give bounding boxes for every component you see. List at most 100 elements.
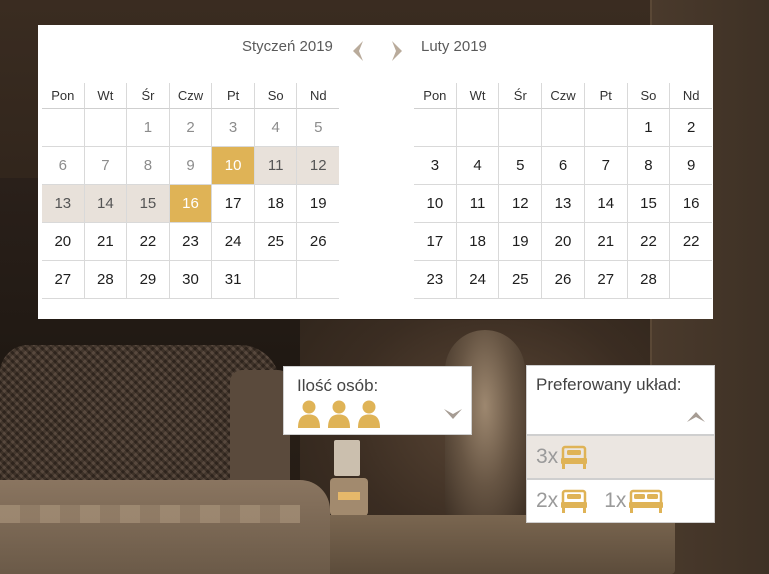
day-cell[interactable]: 22 [126, 223, 169, 261]
empty-day-cell [583, 109, 627, 147]
week-row: 12345 [42, 109, 340, 147]
week-row: 27 28 29 30 31 [42, 261, 340, 299]
month-title-right: Luty 2019 [421, 38, 487, 55]
day-cell[interactable]: 1 [126, 109, 169, 147]
day-cell[interactable]: 8 [626, 147, 670, 185]
persons-label: Ilość osób: [297, 376, 379, 395]
person-icon [326, 399, 352, 429]
chevron-down-icon[interactable] [443, 407, 463, 421]
layout-option-2-single-1-double[interactable]: 2x 1x [526, 479, 715, 523]
weekday-label: Śr [498, 83, 542, 109]
day-cell[interactable]: 3 [414, 147, 456, 185]
day-cell[interactable]: 20 [42, 223, 84, 261]
day-cell[interactable]: 18 [253, 185, 297, 223]
day-cell[interactable]: 19 [296, 185, 340, 223]
week-row: 6 7 8 9 10 11 12 [42, 147, 340, 185]
day-cell[interactable]: 12 [296, 147, 340, 185]
day-cell[interactable]: 23 [168, 223, 212, 261]
weekday-header-row: Pon Wt Śr Czw Pt So Nd [42, 83, 340, 109]
empty-day-cell [498, 109, 542, 147]
day-cell[interactable]: 22 [669, 223, 713, 261]
chevron-up-icon[interactable] [686, 410, 706, 424]
weekday-label: So [626, 83, 670, 109]
day-cell-selected[interactable]: 16 [168, 185, 212, 223]
day-cell[interactable]: 1 [626, 109, 670, 147]
day-cell[interactable]: 13 [541, 185, 584, 223]
day-cell[interactable]: 25 [498, 261, 542, 299]
day-cell[interactable]: 17 [414, 223, 456, 261]
day-cell[interactable]: 23 [414, 261, 456, 299]
day-cell[interactable]: 27 [42, 261, 84, 299]
day-cell[interactable]: 19 [498, 223, 542, 261]
day-cell[interactable]: 3 [211, 109, 254, 147]
day-cell[interactable]: 24 [455, 261, 499, 299]
weekday-label: Czw [168, 83, 212, 109]
day-cell[interactable]: 14 [583, 185, 627, 223]
single-bed-icon [560, 487, 588, 515]
day-cell[interactable]: 28 [83, 261, 127, 299]
weekday-label: Pon [414, 83, 456, 109]
chevron-left-icon[interactable] [349, 39, 367, 63]
day-cell[interactable]: 18 [455, 223, 499, 261]
day-cell[interactable]: 20 [541, 223, 584, 261]
layout-count: 2x [536, 489, 559, 512]
day-cell[interactable]: 13 [42, 185, 84, 223]
day-cell[interactable]: 31 [211, 261, 254, 299]
day-cell[interactable]: 6 [541, 147, 584, 185]
weekday-label: Pt [583, 83, 627, 109]
day-cell[interactable]: 10 [414, 185, 456, 223]
chevron-right-icon[interactable] [388, 39, 406, 63]
week-row: 13 14 15 16 17 18 19 [42, 185, 340, 223]
day-cell[interactable]: 14 [83, 185, 127, 223]
day-cell[interactable]: 27 [583, 261, 627, 299]
day-cell[interactable]: 24 [211, 223, 254, 261]
day-cell[interactable]: 11 [253, 147, 297, 185]
person-icon [296, 399, 322, 429]
weekday-label: Wt [455, 83, 499, 109]
day-cell[interactable]: 15 [626, 185, 670, 223]
day-cell[interactable]: 26 [541, 261, 584, 299]
day-cell-selected[interactable]: 10 [211, 147, 254, 185]
day-cell[interactable]: 5 [296, 109, 340, 147]
day-cell[interactable]: 22 [626, 223, 670, 261]
week-row: 3456789 [414, 147, 713, 185]
day-cell[interactable]: 9 [669, 147, 713, 185]
week-row: 20 21 22 23 24 25 26 [42, 223, 340, 261]
day-cell[interactable]: 15 [126, 185, 169, 223]
layout-dropdown-header[interactable]: Preferowany układ: [526, 365, 715, 435]
day-cell[interactable]: 6 [42, 147, 84, 185]
layout-count: 3x [536, 445, 559, 468]
day-cell[interactable]: 4 [455, 147, 499, 185]
day-cell[interactable]: 4 [253, 109, 297, 147]
day-cell[interactable]: 25 [253, 223, 297, 261]
bed-blanket-pattern [0, 505, 300, 523]
empty-day-cell [253, 261, 297, 299]
day-cell[interactable]: 7 [583, 147, 627, 185]
week-row: 10 11 12 13 14 15 16 [414, 185, 713, 223]
day-cell[interactable]: 2 [669, 109, 713, 147]
single-bed-icon [560, 443, 588, 471]
weekday-label: Śr [126, 83, 169, 109]
day-cell[interactable]: 5 [498, 147, 542, 185]
day-cell[interactable]: 12 [498, 185, 542, 223]
day-cell[interactable]: 30 [168, 261, 212, 299]
day-cell[interactable]: 9 [168, 147, 212, 185]
day-cell[interactable]: 11 [455, 185, 499, 223]
day-cell[interactable]: 8 [126, 147, 169, 185]
layout-option-3-single[interactable]: 3x [526, 435, 715, 479]
persons-dropdown[interactable]: Ilość osób: [283, 366, 472, 435]
day-cell[interactable]: 2 [168, 109, 212, 147]
day-cell[interactable]: 7 [83, 147, 127, 185]
layout-dropdown: Preferowany układ: 3x 2x 1x [526, 365, 715, 523]
month-title-left: Styczeń 2019 [242, 38, 333, 55]
double-bed-icon [628, 487, 664, 515]
day-cell[interactable]: 21 [583, 223, 627, 261]
day-cell[interactable]: 28 [626, 261, 670, 299]
day-cell[interactable]: 17 [211, 185, 254, 223]
layout-label: Preferowany układ: [536, 375, 682, 394]
day-cell[interactable]: 21 [83, 223, 127, 261]
day-cell[interactable]: 16 [669, 185, 713, 223]
day-cell[interactable]: 29 [126, 261, 169, 299]
weekday-label: Czw [541, 83, 584, 109]
day-cell[interactable]: 26 [296, 223, 340, 261]
